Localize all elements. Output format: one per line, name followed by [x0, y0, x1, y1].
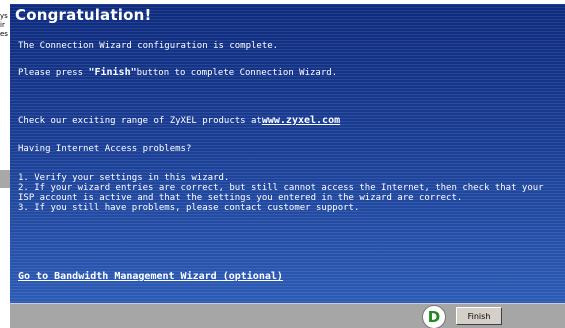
- background-text-fragment: ir: [0, 21, 5, 29]
- page-title: Congratulation!: [15, 6, 152, 24]
- press-prefix: Please press: [18, 68, 89, 78]
- bandwidth-management-wizard-link[interactable]: Go to Bandwidth Management Wizard (optio…: [18, 271, 283, 282]
- wizard-panel: Congratulation! The Connection Wizard co…: [10, 4, 565, 328]
- complete-message: The Connection Wizard configuration is c…: [18, 41, 279, 51]
- finish-emphasis: "Finish": [88, 67, 137, 78]
- finish-button[interactable]: Finish: [456, 307, 502, 325]
- problems-heading: Having Internet Access problems?: [18, 144, 192, 154]
- step-1-text: 1. Verify your settings in this wizard.: [18, 173, 230, 183]
- check-products-message: Check our exciting range of ZyXEL produc…: [18, 115, 340, 127]
- background-text-fragment: es: [0, 30, 8, 38]
- background-window-edge: ys ir es: [0, 0, 10, 328]
- press-finish-message: Please press "Finish"button to complete …: [18, 67, 338, 79]
- background-gray-block: [0, 170, 10, 188]
- bandwidth-wizard-link-row: Go to Bandwidth Management Wizard (optio…: [18, 272, 283, 282]
- step-2-continued-text: ISP account is active and that the setti…: [18, 193, 463, 203]
- step-3-text: 3. If you still have problems, please co…: [18, 203, 360, 213]
- step-2-text: 2. If your wizard entries are correct, b…: [18, 183, 544, 193]
- press-suffix: button to complete Connection Wizard.: [136, 68, 338, 78]
- background-text-fragment: ys: [0, 12, 8, 20]
- check-prefix: Check our exciting range of ZyXEL produc…: [18, 116, 262, 126]
- callout-badge: D: [422, 305, 446, 328]
- button-bar: D Finish: [10, 303, 565, 328]
- zyxel-link[interactable]: www.zyxel.com: [262, 115, 340, 126]
